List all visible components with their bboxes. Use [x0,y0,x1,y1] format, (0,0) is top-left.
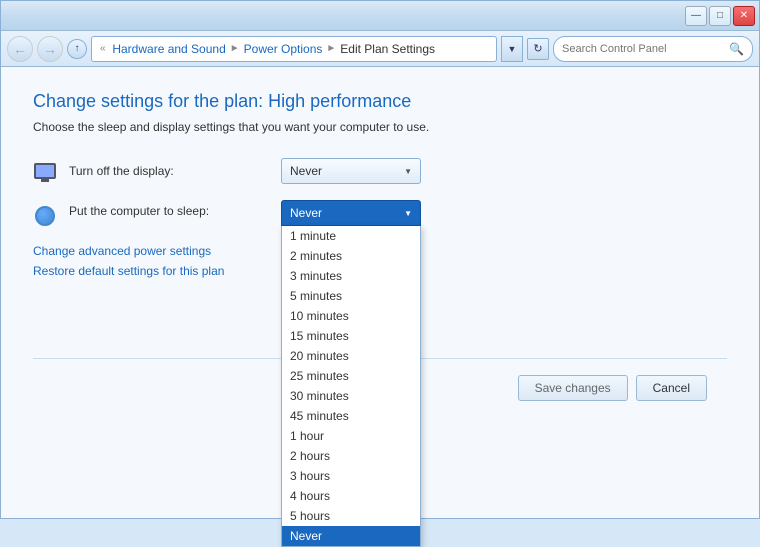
refresh-button[interactable]: ↻ [527,38,549,60]
breadcrumb-current: Edit Plan Settings [340,42,435,56]
breadcrumb-power[interactable]: Power Options [244,42,323,56]
sleep-dropdown-list[interactable]: 1 minute 2 minutes 3 minutes 5 minutes 1… [281,226,421,547]
sleep-dropdown[interactable]: Never ▼ 1 minute 2 minutes 3 minutes 5 m… [281,200,421,226]
page-title: Change settings for the plan: High perfo… [33,91,727,112]
breadcrumb-sep-1: ► [230,43,240,54]
restore-defaults-link[interactable]: Restore default settings for this plan [33,264,224,278]
option-1hr[interactable]: 1 hour [282,426,420,446]
option-5min[interactable]: 5 minutes [282,286,420,306]
sleep-dropdown-value: Never [290,206,322,220]
sleep-setting-row: Put the computer to sleep: Never ▼ 1 min… [33,200,727,228]
display-setting-row: Turn off the display: Never ▼ [33,158,727,184]
breadcrumb: « Hardware and Sound ► Power Options ► E… [91,36,497,62]
breadcrumb-hardware[interactable]: Hardware and Sound [112,42,225,56]
option-2min[interactable]: 2 minutes [282,246,420,266]
window-controls: — □ ✕ [685,6,755,26]
search-icon[interactable]: 🔍 [729,42,744,56]
option-10min[interactable]: 10 minutes [282,306,420,326]
sleep-dropdown-button[interactable]: Never ▼ [281,200,421,226]
option-2hr[interactable]: 2 hours [282,446,420,466]
sleep-dropdown-arrow: ▼ [404,209,412,218]
option-1min[interactable]: 1 minute [282,226,420,246]
breadcrumb-sep-2: ► [326,43,336,54]
monitor-icon [34,163,56,179]
address-dropdown-button[interactable]: ▼ [501,36,523,62]
option-never[interactable]: Never [282,526,420,546]
display-label: Turn off the display: [69,164,269,178]
up-button[interactable]: ↑ [67,39,87,59]
option-5hr[interactable]: 5 hours [282,506,420,526]
sleep-label: Put the computer to sleep: [69,204,269,218]
sleep-icon [33,204,57,228]
globe-icon [35,206,55,226]
display-icon [33,159,57,183]
title-bar: — □ ✕ [1,1,759,31]
main-content: Change settings for the plan: High perfo… [1,67,759,518]
search-input[interactable] [562,43,725,55]
forward-button[interactable]: → [37,36,63,62]
search-box[interactable]: 🔍 [553,36,753,62]
option-3hr[interactable]: 3 hours [282,466,420,486]
maximize-button[interactable]: □ [709,6,731,26]
display-dropdown-button[interactable]: Never ▼ [281,158,421,184]
display-dropdown[interactable]: Never ▼ [281,158,421,184]
back-button[interactable]: ← [7,36,33,62]
display-dropdown-arrow: ▼ [404,167,412,176]
address-bar: ← → ↑ « Hardware and Sound ► Power Optio… [1,31,759,67]
option-4hr[interactable]: 4 hours [282,486,420,506]
close-button[interactable]: ✕ [733,6,755,26]
option-30min[interactable]: 30 minutes [282,386,420,406]
page-subtitle: Choose the sleep and display settings th… [33,120,727,134]
minimize-button[interactable]: — [685,6,707,26]
main-window: — □ ✕ ← → ↑ « Hardware and Sound ► Power… [0,0,760,519]
option-20min[interactable]: 20 minutes [282,346,420,366]
option-45min[interactable]: 45 minutes [282,406,420,426]
cancel-button[interactable]: Cancel [636,375,707,401]
save-button[interactable]: Save changes [518,375,628,401]
display-dropdown-value: Never [290,164,322,178]
option-3min[interactable]: 3 minutes [282,266,420,286]
option-15min[interactable]: 15 minutes [282,326,420,346]
advanced-power-link[interactable]: Change advanced power settings [33,244,211,258]
option-25min[interactable]: 25 minutes [282,366,420,386]
